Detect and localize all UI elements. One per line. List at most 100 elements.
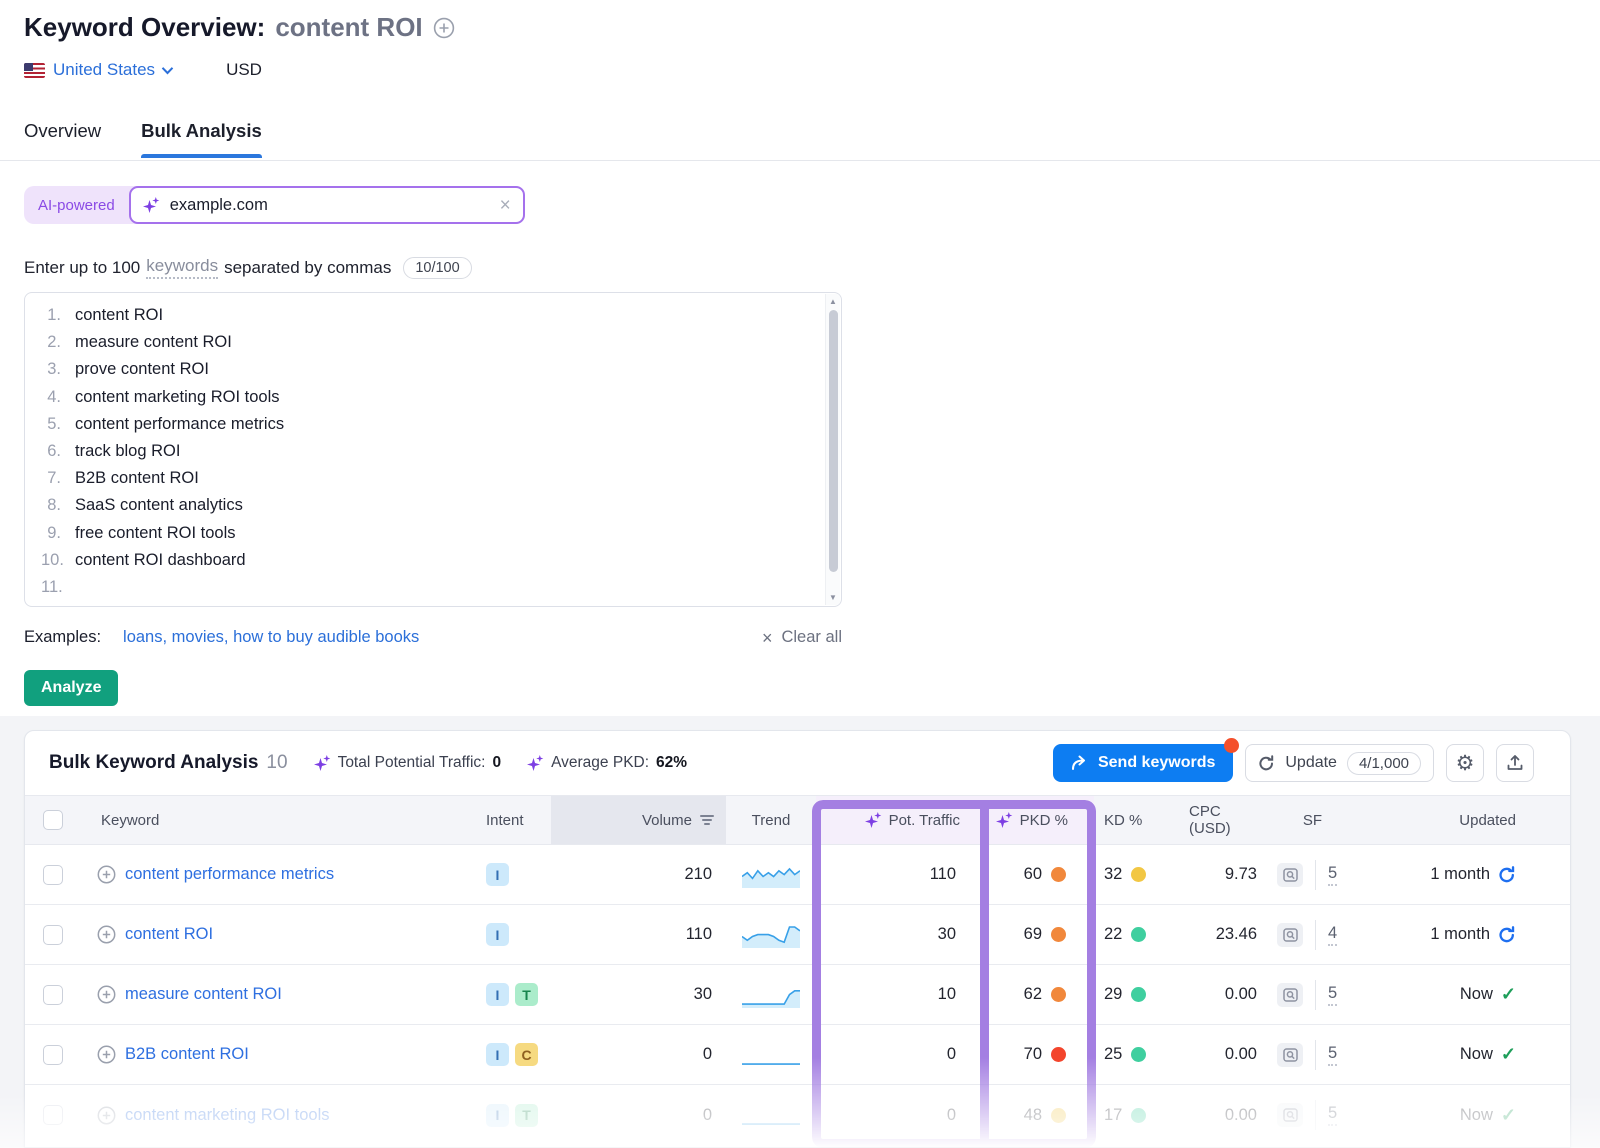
clear-domain-icon[interactable]: × bbox=[500, 196, 511, 215]
sf-count-link[interactable]: 5 bbox=[1328, 1104, 1337, 1126]
keyword-line: 5.content performance metrics bbox=[41, 411, 819, 438]
row-checkbox[interactable] bbox=[43, 985, 63, 1005]
row-checkbox[interactable] bbox=[43, 865, 63, 885]
scrollbar-thumb[interactable] bbox=[829, 310, 838, 572]
keyword-link[interactable]: content marketing ROI tools bbox=[125, 1106, 330, 1125]
column-updated[interactable]: Updated bbox=[1360, 796, 1570, 844]
scroll-down-arrow[interactable]: ▼ bbox=[826, 593, 840, 602]
pot-traffic-value: 30 bbox=[816, 905, 986, 964]
pkd-value: 69 bbox=[1024, 925, 1042, 944]
column-sf[interactable]: SF bbox=[1265, 796, 1360, 844]
examples-link[interactable]: loans, movies, how to buy audible books bbox=[123, 628, 419, 647]
scroll-up-arrow[interactable]: ▲ bbox=[826, 297, 840, 306]
updated-icon-slot: ✓ bbox=[1501, 1105, 1516, 1126]
column-volume[interactable]: Volume bbox=[551, 796, 726, 844]
expand-plus-icon[interactable] bbox=[97, 1106, 116, 1125]
country-selector[interactable]: United States bbox=[53, 60, 174, 80]
expand-plus-icon[interactable] bbox=[97, 1045, 116, 1064]
keywords-instruction: Enter up to 100 keywords separated by co… bbox=[24, 256, 472, 279]
intent-badges: IT bbox=[466, 1085, 551, 1145]
tab-bulk-analysis[interactable]: Bulk Analysis bbox=[141, 120, 262, 158]
trend-sparkline bbox=[726, 1025, 816, 1084]
analyze-button[interactable]: Analyze bbox=[24, 670, 118, 706]
gear-icon: ⚙ bbox=[1456, 753, 1475, 774]
keyword-link[interactable]: B2B content ROI bbox=[125, 1045, 249, 1064]
column-keyword[interactable]: Keyword bbox=[81, 796, 466, 844]
intent-badges: IC bbox=[466, 1025, 551, 1084]
add-query-icon[interactable] bbox=[433, 17, 455, 39]
volume-value: 0 bbox=[551, 1025, 726, 1084]
pkd-value: 60 bbox=[1024, 865, 1042, 884]
expand-plus-icon[interactable] bbox=[97, 865, 116, 884]
share-arrow-icon bbox=[1071, 755, 1089, 771]
expand-plus-icon[interactable] bbox=[97, 985, 116, 1004]
serp-features-icon[interactable] bbox=[1277, 1043, 1303, 1067]
ai-sparkle-icon bbox=[996, 812, 1013, 829]
keyword-link[interactable]: content ROI bbox=[125, 925, 213, 944]
clear-all-button[interactable]: × Clear all bbox=[762, 628, 842, 647]
kd-dot bbox=[1131, 1047, 1146, 1062]
column-kd[interactable]: KD % bbox=[1094, 796, 1189, 844]
column-pot-traffic[interactable]: Pot. Traffic bbox=[816, 796, 986, 844]
serp-features-icon[interactable] bbox=[1277, 1103, 1303, 1127]
export-button[interactable] bbox=[1496, 744, 1534, 782]
sf-count-link[interactable]: 4 bbox=[1328, 924, 1337, 946]
sf-count-link[interactable]: 5 bbox=[1328, 864, 1337, 886]
keyword-line: 9.free content ROI tools bbox=[41, 520, 819, 547]
tab-bar: Overview Bulk Analysis bbox=[24, 120, 262, 158]
pkd-cell: 70 bbox=[986, 1025, 1094, 1084]
serp-features-icon[interactable] bbox=[1277, 923, 1303, 947]
textarea-scrollbar[interactable]: ▲ ▼ bbox=[825, 294, 840, 605]
keyword-line-empty: 11. bbox=[41, 574, 819, 601]
serp-features-icon[interactable] bbox=[1277, 983, 1303, 1007]
column-trend[interactable]: Trend bbox=[726, 796, 816, 844]
keyword-link[interactable]: measure content ROI bbox=[125, 985, 282, 1004]
currency-label: USD bbox=[226, 60, 262, 80]
sf-count-link[interactable]: 5 bbox=[1328, 1044, 1337, 1066]
pot-traffic-value: 10 bbox=[816, 965, 986, 1024]
keywords-term[interactable]: keywords bbox=[146, 256, 218, 279]
tabs-divider bbox=[0, 160, 1600, 161]
keywords-textarea[interactable]: 1.content ROI2.measure content ROI3.prov… bbox=[24, 292, 842, 607]
send-keywords-button[interactable]: Send keywords bbox=[1053, 744, 1233, 782]
update-button[interactable]: Update 4/1,000 bbox=[1245, 744, 1434, 782]
export-icon bbox=[1506, 754, 1524, 772]
trend-sparkline bbox=[726, 845, 816, 904]
intent-badge-informational: I bbox=[486, 1104, 509, 1127]
kd-value: 25 bbox=[1104, 1045, 1122, 1064]
keyword-line: 1.content ROI bbox=[41, 302, 819, 329]
sf-count-link[interactable]: 5 bbox=[1328, 984, 1337, 1006]
check-icon: ✓ bbox=[1501, 1105, 1516, 1125]
domain-input[interactable]: example.com × bbox=[129, 186, 525, 224]
domain-input-value: example.com bbox=[170, 196, 490, 215]
update-quota-badge: 4/1,000 bbox=[1347, 752, 1421, 775]
updated-value: 1 month bbox=[1430, 865, 1490, 884]
keyword-line: 6.track blog ROI bbox=[41, 438, 819, 465]
kd-value: 17 bbox=[1104, 1106, 1122, 1125]
select-all-checkbox[interactable] bbox=[43, 810, 63, 830]
intent-badge-transactional: T bbox=[515, 983, 538, 1006]
trend-sparkline bbox=[726, 965, 816, 1024]
settings-button[interactable]: ⚙ bbox=[1446, 744, 1484, 782]
keyword-line: 7.B2B content ROI bbox=[41, 465, 819, 492]
clear-all-label: Clear all bbox=[781, 628, 842, 647]
pkd-value: 70 bbox=[1024, 1045, 1042, 1064]
volume-value: 110 bbox=[551, 905, 726, 964]
tab-overview[interactable]: Overview bbox=[24, 120, 101, 158]
row-checkbox[interactable] bbox=[43, 925, 63, 945]
volume-value: 30 bbox=[551, 965, 726, 1024]
keyword-link[interactable]: content performance metrics bbox=[125, 865, 334, 884]
column-pkd[interactable]: PKD % bbox=[986, 796, 1094, 844]
expand-plus-icon[interactable] bbox=[97, 925, 116, 944]
row-checkbox[interactable] bbox=[43, 1045, 63, 1065]
intent-badge-informational: I bbox=[486, 1043, 509, 1066]
card-title: Bulk Keyword Analysis bbox=[49, 752, 258, 774]
keyword-line: 2.measure content ROI bbox=[41, 329, 819, 356]
column-intent[interactable]: Intent bbox=[466, 796, 551, 844]
pkd-dot bbox=[1051, 987, 1066, 1002]
cell-divider bbox=[1315, 1040, 1316, 1070]
row-checkbox[interactable] bbox=[43, 1105, 63, 1125]
column-cpc[interactable]: CPC (USD) bbox=[1189, 796, 1265, 844]
serp-features-icon[interactable] bbox=[1277, 863, 1303, 887]
kd-dot bbox=[1131, 1108, 1146, 1123]
